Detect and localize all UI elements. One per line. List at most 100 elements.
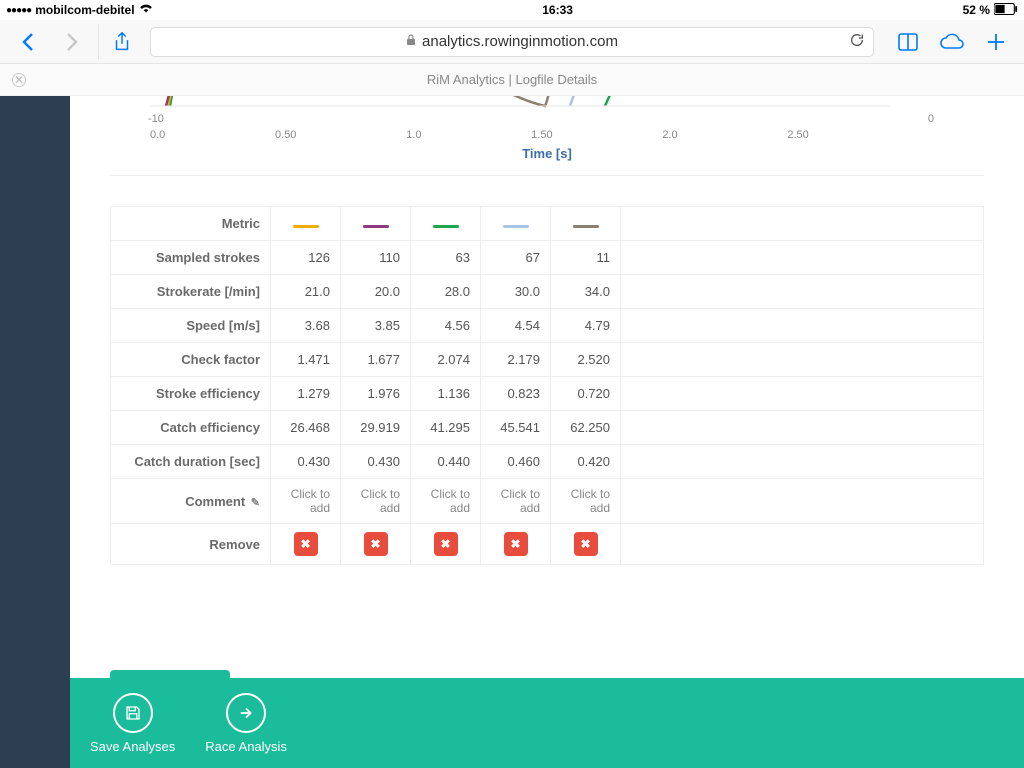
metric-value-cell: 0.420 (551, 445, 621, 479)
metric-value-cell: 0.440 (411, 445, 481, 479)
page-title: RiM Analytics | Logfile Details (427, 72, 597, 87)
metric-value-cell: 126 (271, 241, 341, 275)
app-content: -10 0 0.0 0.50 1.0 1.50 2.0 2.50 x Time … (70, 96, 1024, 768)
page-title-bar: ✕ RiM Analytics | Logfile Details (0, 64, 1024, 96)
remove-button[interactable]: ✖ (294, 532, 318, 556)
new-tab-button[interactable] (978, 24, 1014, 60)
metric-value-cell: 110 (341, 241, 411, 275)
share-button[interactable] (98, 24, 134, 60)
comment-cell[interactable]: Click to add (341, 479, 411, 524)
series-header-3 (411, 207, 481, 241)
url-text: analytics.rowinginmotion.com (422, 33, 618, 50)
comment-cell[interactable]: Click to add (551, 479, 621, 524)
race-analysis-button[interactable]: Race Analysis (205, 693, 287, 754)
series-header-1 (271, 207, 341, 241)
browser-toolbar: analytics.rowinginmotion.com (0, 20, 1024, 64)
metric-value-cell: 26.468 (271, 411, 341, 445)
metric-value-cell: 45.541 (481, 411, 551, 445)
metric-value-cell: 0.823 (481, 377, 551, 411)
metric-value-cell: 34.0 (551, 275, 621, 309)
metric-value-cell: 67 (481, 241, 551, 275)
metric-value-cell: 20.0 (341, 275, 411, 309)
address-bar[interactable]: analytics.rowinginmotion.com (150, 27, 874, 57)
arrow-right-icon (226, 693, 266, 733)
save-label: Save Analyses (90, 739, 175, 754)
metric-value-cell: 21.0 (271, 275, 341, 309)
bottom-action-bar: Save Analyses Race Analysis (70, 678, 1024, 768)
battery-label: 52 % (963, 3, 990, 17)
remove-button[interactable]: ✖ (364, 532, 388, 556)
metrics-table: Metric Sampled strokes126110636711Stroke… (110, 206, 984, 565)
signal-dots-icon: ●●●●● (6, 5, 31, 16)
cloud-tabs-button[interactable] (934, 24, 970, 60)
comment-cell[interactable]: Click to add (271, 479, 341, 524)
forward-button[interactable] (54, 24, 90, 60)
remove-button[interactable]: ✖ (434, 532, 458, 556)
comment-cell[interactable]: Click to add (481, 479, 551, 524)
y-tick-right: 0 (928, 113, 934, 125)
series-header-4 (481, 207, 551, 241)
remove-button[interactable]: ✖ (504, 532, 528, 556)
metric-value-cell: 1.279 (271, 377, 341, 411)
app-sidebar (0, 96, 70, 768)
metric-name-cell: Speed [m/s] (111, 309, 271, 343)
metric-value-cell: 41.295 (411, 411, 481, 445)
save-icon (113, 693, 153, 733)
header-metric: Metric (111, 207, 271, 241)
comment-cell[interactable]: Click to add (411, 479, 481, 524)
comment-row: Comment ✎Click to addClick to addClick t… (111, 479, 984, 524)
remove-row: Remove ✖ ✖ ✖ ✖ ✖ (111, 524, 984, 565)
ios-status-bar: ●●●●● mobilcom-debitel 16:33 52 % (0, 0, 1024, 20)
metric-value-cell: 2.179 (481, 343, 551, 377)
metric-value-cell: 1.677 (341, 343, 411, 377)
metric-value-cell: 3.85 (341, 309, 411, 343)
series-header-2 (341, 207, 411, 241)
metric-value-cell: 28.0 (411, 275, 481, 309)
status-left: ●●●●● mobilcom-debitel (6, 2, 153, 19)
metric-name-cell: Catch efficiency (111, 411, 271, 445)
metric-value-cell: 4.79 (551, 309, 621, 343)
metric-value-cell: 0.720 (551, 377, 621, 411)
table-row: Catch efficiency26.46829.91941.29545.541… (111, 411, 984, 445)
comment-label: Comment ✎ (111, 479, 271, 524)
metric-value-cell: 63 (411, 241, 481, 275)
edit-icon: ✎ (251, 497, 260, 509)
table-header-row: Metric (111, 207, 984, 241)
table-row: Stroke efficiency1.2791.9761.1360.8230.7… (111, 377, 984, 411)
metric-value-cell: 2.520 (551, 343, 621, 377)
metric-name-cell: Strokerate [/min] (111, 275, 271, 309)
remove-button[interactable]: ✖ (574, 532, 598, 556)
y-tick-left: -10 (148, 113, 164, 125)
reload-button[interactable] (849, 32, 865, 52)
back-button[interactable] (10, 24, 46, 60)
carrier-label: mobilcom-debitel (35, 3, 134, 17)
wifi-icon (139, 2, 153, 19)
metric-value-cell: 0.460 (481, 445, 551, 479)
close-icon[interactable]: ✕ (12, 73, 26, 87)
remove-cell: ✖ (341, 524, 411, 565)
metric-value-cell: 0.430 (341, 445, 411, 479)
remove-cell: ✖ (551, 524, 621, 565)
metric-value-cell: 0.430 (271, 445, 341, 479)
remove-label: Remove (111, 524, 271, 565)
race-label: Race Analysis (205, 739, 287, 754)
lock-icon (406, 33, 416, 50)
metric-name-cell: Check factor (111, 343, 271, 377)
metric-value-cell: 4.54 (481, 309, 551, 343)
table-row: Check factor1.4711.6772.0742.1792.520 (111, 343, 984, 377)
remove-cell: ✖ (411, 524, 481, 565)
metric-value-cell: 1.471 (271, 343, 341, 377)
metric-name-cell: Stroke efficiency (111, 377, 271, 411)
x-axis-label: Time [s] (522, 146, 572, 161)
metric-value-cell: 29.919 (341, 411, 411, 445)
table-row: Sampled strokes126110636711 (111, 241, 984, 275)
clock: 16:33 (542, 3, 573, 17)
bookmarks-button[interactable] (890, 24, 926, 60)
metric-value-cell: 2.074 (411, 343, 481, 377)
remove-cell: ✖ (271, 524, 341, 565)
x-ticks: 0.0 0.50 1.0 1.50 2.0 2.50 x (150, 129, 924, 141)
battery-icon (994, 3, 1018, 18)
save-analyses-button[interactable]: Save Analyses (90, 693, 175, 754)
metric-value-cell: 30.0 (481, 275, 551, 309)
metric-name-cell: Catch duration [sec] (111, 445, 271, 479)
